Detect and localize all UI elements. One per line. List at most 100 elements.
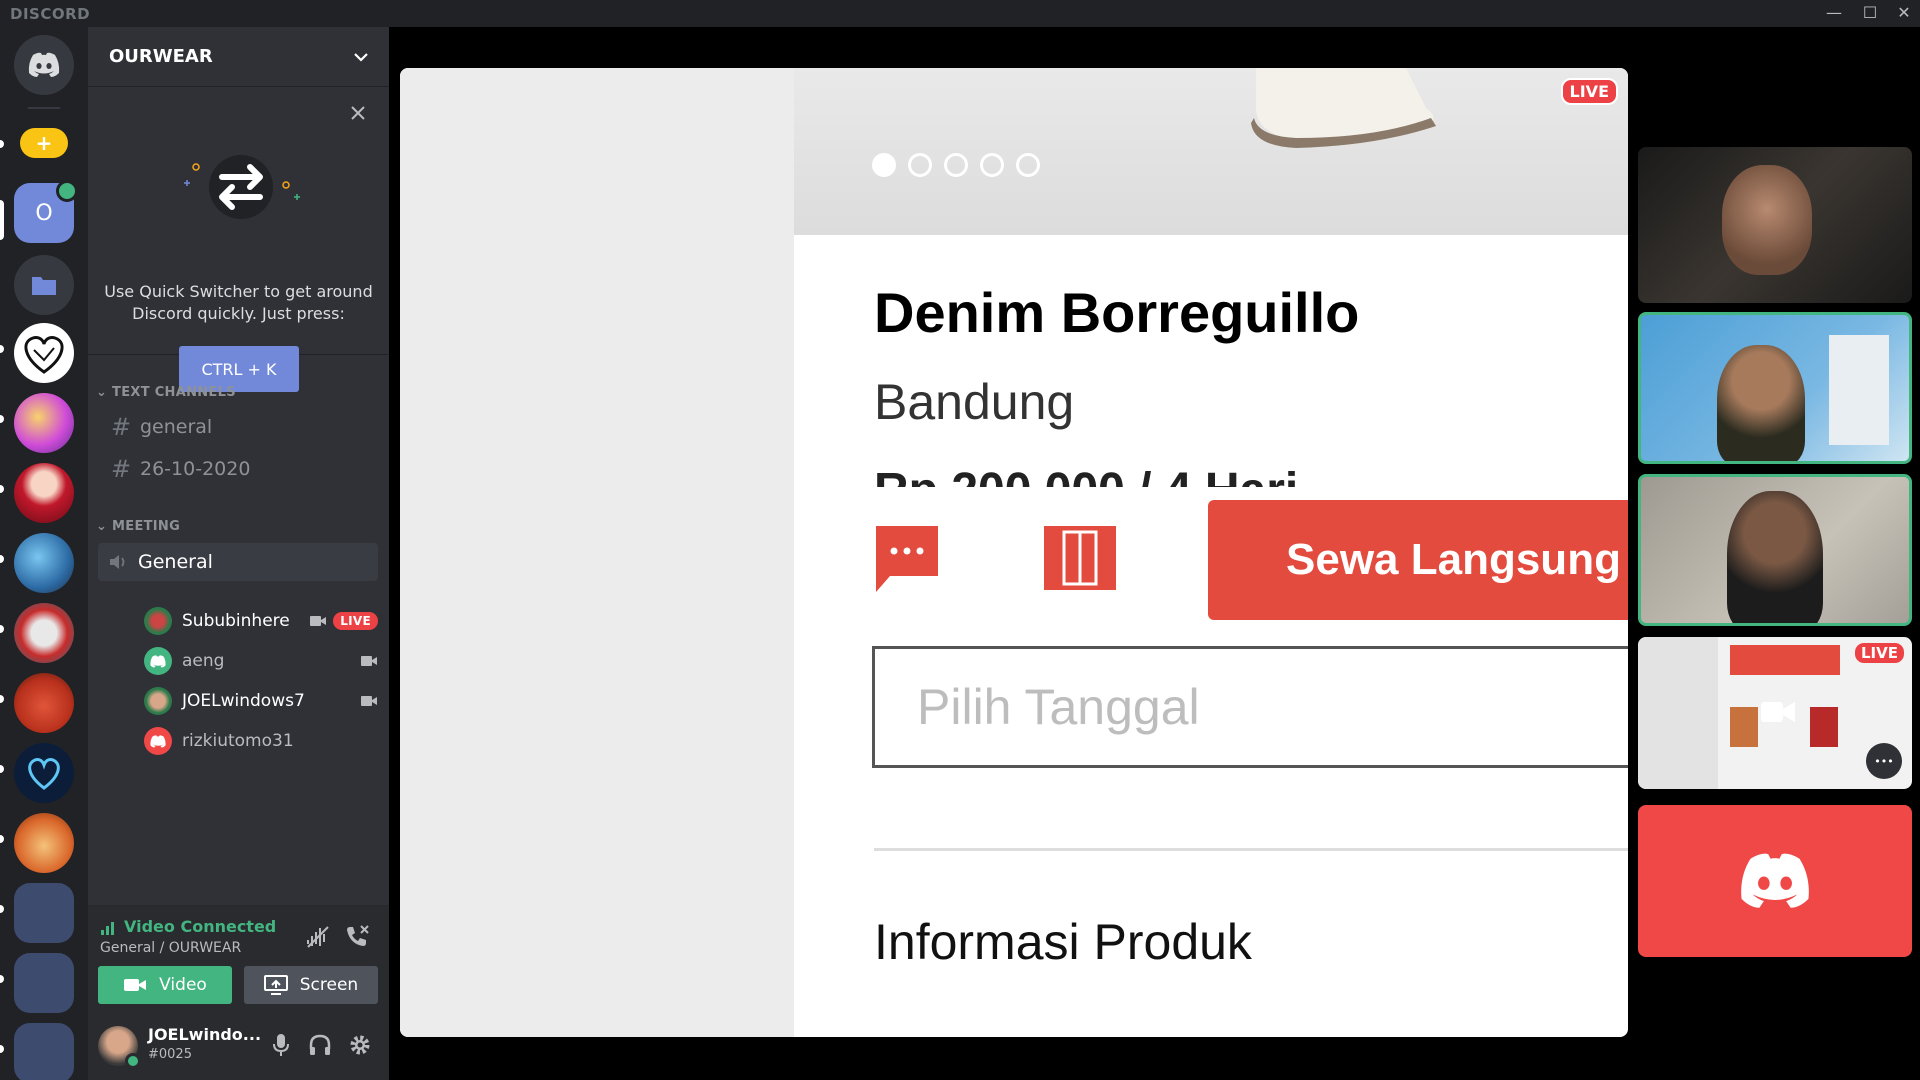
voice-user-name: aeng [182, 651, 225, 671]
server-anime-icon[interactable] [14, 393, 74, 453]
channel-label: general [140, 416, 213, 438]
user-avatar[interactable] [98, 1026, 141, 1069]
guild-divider [28, 107, 60, 109]
disconnect-call-icon[interactable] [344, 924, 370, 948]
connection-status[interactable]: Video Connected [124, 917, 276, 936]
voice-user-joelwindows7[interactable]: JOELwindows7 [144, 684, 378, 718]
screen-share-button[interactable]: Screen [244, 966, 378, 1004]
product-info-heading: Informasi Produk [874, 914, 1252, 970]
screen-share-stream[interactable]: LIVE Denim Borreguillo Bandung Rp 200.00… [400, 68, 1628, 1037]
video-toggle-button[interactable]: Video [98, 966, 232, 1004]
voice-user-name: Sububinhere [182, 611, 290, 631]
server-redhair-icon[interactable] [14, 463, 74, 523]
server-fox-icon[interactable] [14, 813, 74, 873]
gear-icon[interactable] [348, 1033, 372, 1057]
voice-user-name: rizkiutomo31 [182, 731, 294, 751]
discord-avatar-icon [144, 647, 172, 675]
participant-tile-2-speaking[interactable] [1638, 312, 1912, 464]
avatar [144, 607, 172, 635]
participant-tile-4-stream[interactable]: LIVE ••• [1638, 637, 1912, 789]
discord-avatar-icon [144, 727, 172, 755]
category-text-channels[interactable]: ⌄ TEXT CHANNELS [96, 385, 236, 400]
quick-switcher-tip: Use Quick Switcher to get around Discord… [88, 87, 389, 392]
voice-user-sububinhere[interactable]: Sububinhere LIVE [144, 604, 378, 638]
participant-tile-5-no-video[interactable] [1638, 805, 1912, 957]
headphones-icon[interactable] [308, 1033, 332, 1057]
video-camera-icon [361, 656, 377, 666]
participant-face [1727, 491, 1823, 623]
server-folder-4-icon[interactable] [14, 1023, 74, 1080]
quick-switcher-line-1: Use Quick Switcher to get around [104, 282, 373, 301]
stream-preview-item [1810, 707, 1838, 747]
microphone-icon[interactable] [272, 1033, 290, 1057]
server-folder-3-icon[interactable] [14, 953, 74, 1013]
category-label: MEETING [112, 519, 181, 534]
server-character-icon[interactable] [14, 603, 74, 663]
voice-connection-panel: Video Connected General / OURWEAR Video … [88, 905, 389, 1011]
product-price-cutoff: Rp 200.000 / 4 Hari [874, 463, 1314, 487]
video-camera-icon [361, 696, 377, 706]
home-discord-icon[interactable] [14, 35, 74, 95]
close-icon[interactable] [349, 104, 367, 122]
server-ourwear-icon[interactable]: O [14, 180, 78, 243]
quick-switcher-icon [184, 155, 300, 219]
voice-user-rizkiutomo31[interactable]: rizkiutomo31 [144, 724, 378, 758]
carousel-dot[interactable] [908, 153, 932, 177]
minimize-button[interactable]: — [1816, 2, 1852, 24]
channel-26-10-2020[interactable]: # 26-10-2020 [98, 450, 378, 488]
hash-icon: # [110, 455, 132, 483]
selected-pill [0, 200, 4, 240]
sewa-langsung-button[interactable]: Sewa Langsung [1208, 500, 1628, 620]
product-location: Bandung [874, 374, 1075, 430]
server-kingdom-heart-icon[interactable] [14, 743, 74, 803]
chat-icon[interactable] [872, 522, 942, 594]
server-earth-icon[interactable] [14, 533, 74, 593]
carousel-dot[interactable] [1016, 153, 1040, 177]
voice-user-aeng[interactable]: aeng [144, 644, 378, 678]
hash-icon: # [110, 413, 132, 441]
server-folder-2-icon[interactable] [14, 883, 74, 943]
product-image [794, 68, 1628, 235]
stream-preview-sidebar [1638, 637, 1718, 789]
channel-sidebar: OURWEAR Use Quick Switcher to get around… [88, 27, 389, 1080]
stream-left-pane [400, 68, 794, 1037]
live-badge: LIVE [333, 612, 378, 630]
participant-tile-1[interactable] [1638, 147, 1912, 303]
yellow-folder-icon[interactable]: + [14, 117, 74, 169]
voice-channel-general[interactable]: General [98, 543, 378, 581]
folder-icon[interactable] [14, 255, 74, 315]
quick-switcher-line-2: Discord quickly. Just press: [132, 304, 345, 323]
user-tag: #0025 [148, 1047, 192, 1062]
server-header[interactable]: OURWEAR [88, 27, 389, 87]
stream-preview-item [1730, 707, 1758, 747]
video-camera-icon [124, 979, 147, 991]
title-bar: DISCORD — ☐ ✕ [0, 0, 1920, 27]
screen-label: Screen [299, 975, 359, 995]
close-window-button[interactable]: ✕ [1886, 2, 1920, 24]
server-cat-icon[interactable] [14, 673, 74, 733]
carousel-dot[interactable] [872, 153, 896, 177]
noise-suppression-icon[interactable] [306, 926, 330, 948]
sneaker-image-icon [1251, 68, 1436, 148]
online-status-icon [125, 1053, 141, 1069]
carousel-dots[interactable] [872, 153, 1040, 177]
maximize-button[interactable]: ☐ [1852, 2, 1888, 24]
more-options-button[interactable]: ••• [1866, 743, 1902, 779]
product-title: Denim Borreguillo [874, 281, 1360, 344]
chevron-down-icon [354, 52, 368, 62]
carousel-dot[interactable] [944, 153, 968, 177]
category-meeting[interactable]: ⌄ MEETING [96, 519, 180, 534]
user-name[interactable]: JOELwindo... [148, 1025, 261, 1044]
connection-location[interactable]: General / OURWEAR [100, 940, 241, 956]
participant-tile-3-speaking[interactable] [1638, 474, 1912, 626]
carousel-dot[interactable] [980, 153, 1004, 177]
video-camera-icon [310, 616, 327, 626]
channel-general[interactable]: # general [98, 408, 378, 446]
server-initial: O [35, 200, 53, 226]
server-list: + O [0, 27, 88, 1080]
date-picker-input[interactable]: Pilih Tanggal [872, 646, 1628, 768]
server-heart-sketch-icon[interactable] [14, 323, 74, 383]
wardrobe-icon[interactable] [1042, 522, 1118, 594]
product-price: Rp 200.000 / 4 Hari [874, 463, 1314, 487]
video-camera-icon [1761, 702, 1795, 722]
